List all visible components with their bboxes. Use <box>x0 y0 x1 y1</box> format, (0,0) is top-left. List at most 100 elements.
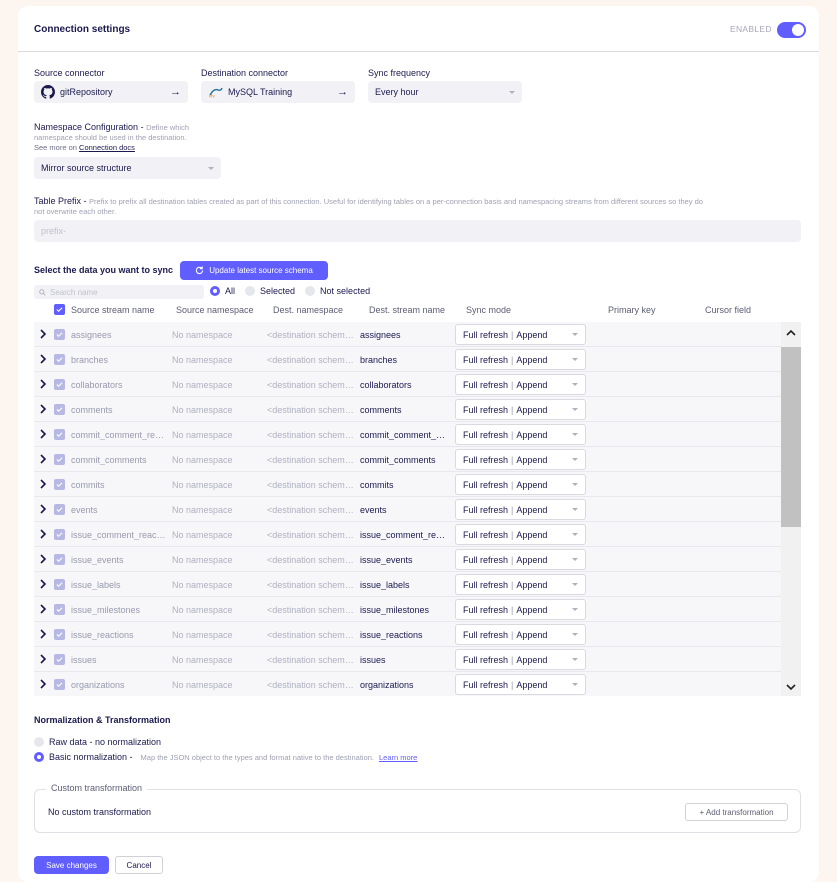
stream-checkbox[interactable] <box>54 654 65 665</box>
stream-checkbox[interactable] <box>54 379 65 390</box>
stream-checkbox[interactable] <box>54 579 65 590</box>
stream-checkbox[interactable] <box>54 679 65 690</box>
update-schema-label: Update latest source schema <box>209 266 313 275</box>
table-row[interactable]: collaborators No namespace <destination sc… <box>34 372 781 397</box>
chevron-down-icon <box>572 533 578 536</box>
chevron-right-icon[interactable] <box>39 554 47 564</box>
stream-checkbox[interactable] <box>54 404 65 415</box>
namespace-help-text-2: namespace should be used in the destinat… <box>34 133 187 142</box>
table-row[interactable]: issue_reactions No namespace <destination … <box>34 622 781 647</box>
cancel-button[interactable]: Cancel <box>115 856 163 874</box>
stream-checkbox[interactable] <box>54 354 65 365</box>
chevron-right-icon[interactable] <box>39 629 47 639</box>
table-prefix-input[interactable]: prefix- <box>34 220 801 242</box>
update-schema-button[interactable]: Update latest source schema <box>180 261 328 280</box>
stream-checkbox[interactable] <box>54 554 65 565</box>
chevron-right-icon[interactable] <box>39 354 47 364</box>
chevron-down-icon <box>572 483 578 486</box>
table-row[interactable]: branches No namespace <destination schema>… <box>34 347 781 372</box>
table-row[interactable]: issue_labels No namespace <destination sch… <box>34 572 781 597</box>
sync-frequency-select[interactable]: Every hour <box>368 81 522 103</box>
chevron-right-icon[interactable] <box>39 479 47 489</box>
sync-mode-select[interactable]: Full refresh | Append <box>455 674 586 695</box>
source-namespace: No namespace <box>172 680 233 690</box>
learn-more-link[interactable]: Learn more <box>379 753 417 762</box>
scroll-down-icon[interactable] <box>786 682 796 692</box>
sync-mode-select[interactable]: Full refresh | Append <box>455 499 586 520</box>
table-scrollbar[interactable] <box>781 322 801 696</box>
sync-mode-select[interactable]: Full refresh | Append <box>455 574 586 595</box>
filter-selected[interactable]: Selected <box>245 286 295 296</box>
select-all-checkbox[interactable] <box>54 304 65 315</box>
table-row[interactable]: issues No namespace <destination schema> is… <box>34 647 781 672</box>
sync-mode-select[interactable]: Full refresh | Append <box>455 374 586 395</box>
chevron-right-icon[interactable] <box>39 329 47 339</box>
connection-docs-link[interactable]: Connection docs <box>79 143 135 152</box>
table-row[interactable]: comments No namespace <destination schema>… <box>34 397 781 422</box>
source-connector-field[interactable]: gitRepository → <box>34 81 188 103</box>
chevron-right-icon[interactable] <box>39 454 47 464</box>
source-stream-name: issue_milestones <box>71 605 141 615</box>
table-row[interactable]: issue_events No namespace <destination sch… <box>34 547 781 572</box>
sync-mode-value: Full refresh | Append <box>463 580 572 590</box>
stream-checkbox[interactable] <box>54 429 65 440</box>
table-row[interactable]: commit_comment_reactions No namespace <des… <box>34 422 781 447</box>
sync-mode-separator: | <box>511 404 514 415</box>
stream-checkbox[interactable] <box>54 629 65 640</box>
chevron-right-icon[interactable] <box>39 404 47 414</box>
chevron-right-icon[interactable] <box>39 529 47 539</box>
stream-checkbox[interactable] <box>54 504 65 515</box>
sync-mode-select[interactable]: Full refresh | Append <box>455 624 586 645</box>
destination-stream-name: assignees <box>360 330 401 340</box>
chevron-right-icon[interactable] <box>39 679 47 689</box>
namespace-select[interactable]: Mirror source structure <box>34 157 221 179</box>
table-row[interactable]: commit_comments No namespace <destination … <box>34 447 781 472</box>
table-row[interactable]: issue_milestones No namespace <destination… <box>34 597 781 622</box>
sync-mode-select[interactable]: Full refresh | Append <box>455 324 586 345</box>
stream-checkbox[interactable] <box>54 479 65 490</box>
chevron-right-icon[interactable] <box>39 654 47 664</box>
stream-checkbox[interactable] <box>54 454 65 465</box>
raw-data-label: Raw data - no normalization <box>49 737 162 747</box>
destination-connector-field[interactable]: My MySQL Training → <box>201 81 355 103</box>
scrollbar-thumb[interactable] <box>781 347 801 527</box>
basic-normalization-option[interactable]: Basic normalization - Map the JSON objec… <box>34 752 417 762</box>
scroll-up-icon[interactable] <box>786 328 796 338</box>
search-input[interactable]: Search name <box>34 285 204 299</box>
sync-mode-select[interactable]: Full refresh | Append <box>455 649 586 670</box>
stream-checkbox[interactable] <box>54 329 65 340</box>
chevron-right-icon[interactable] <box>39 504 47 514</box>
sync-mode-value: Full refresh | Append <box>463 405 572 415</box>
chevron-right-icon[interactable] <box>39 579 47 589</box>
filter-not-selected[interactable]: Not selected <box>305 286 370 296</box>
table-row[interactable]: issue_comment_reactions No namespace <dest… <box>34 522 781 547</box>
table-row[interactable]: commits No namespace <destination schema> c… <box>34 472 781 497</box>
add-transformation-button[interactable]: + Add transformation <box>685 803 788 821</box>
toggle-knob <box>792 24 804 36</box>
table-row[interactable]: events No namespace <destination schema> ev… <box>34 497 781 522</box>
filter-all[interactable]: All <box>210 286 235 296</box>
sync-mode-select[interactable]: Full refresh | Append <box>455 549 586 570</box>
sync-mode-select[interactable]: Full refresh | Append <box>455 349 586 370</box>
stream-checkbox[interactable] <box>54 529 65 540</box>
chevron-right-icon[interactable] <box>39 604 47 614</box>
custom-transformation-legend: Custom transformation <box>46 783 148 793</box>
table-row[interactable]: assignees No namespace <destination schema… <box>34 322 781 347</box>
sync-mode-select[interactable]: Full refresh | Append <box>455 599 586 620</box>
sync-mode-select[interactable]: Full refresh | Append <box>455 399 586 420</box>
page-title: Connection settings <box>34 24 131 35</box>
col-dest-stream: Dest. stream name <box>369 305 446 315</box>
sync-mode-append: Append <box>516 579 548 590</box>
stream-checkbox[interactable] <box>54 604 65 615</box>
table-row[interactable]: organizations No namespace <destination sc… <box>34 672 781 696</box>
chevron-right-icon[interactable] <box>39 379 47 389</box>
prefix-help: Table Prefix - Prefix to prefix all dest… <box>34 196 703 216</box>
sync-mode-select[interactable]: Full refresh | Append <box>455 424 586 445</box>
sync-mode-select[interactable]: Full refresh | Append <box>455 474 586 495</box>
save-changes-button[interactable]: Save changes <box>34 856 109 874</box>
enabled-toggle[interactable] <box>777 22 806 38</box>
raw-data-option[interactable]: Raw data - no normalization <box>34 737 161 747</box>
sync-mode-select[interactable]: Full refresh | Append <box>455 449 586 470</box>
sync-mode-select[interactable]: Full refresh | Append <box>455 524 586 545</box>
chevron-right-icon[interactable] <box>39 429 47 439</box>
